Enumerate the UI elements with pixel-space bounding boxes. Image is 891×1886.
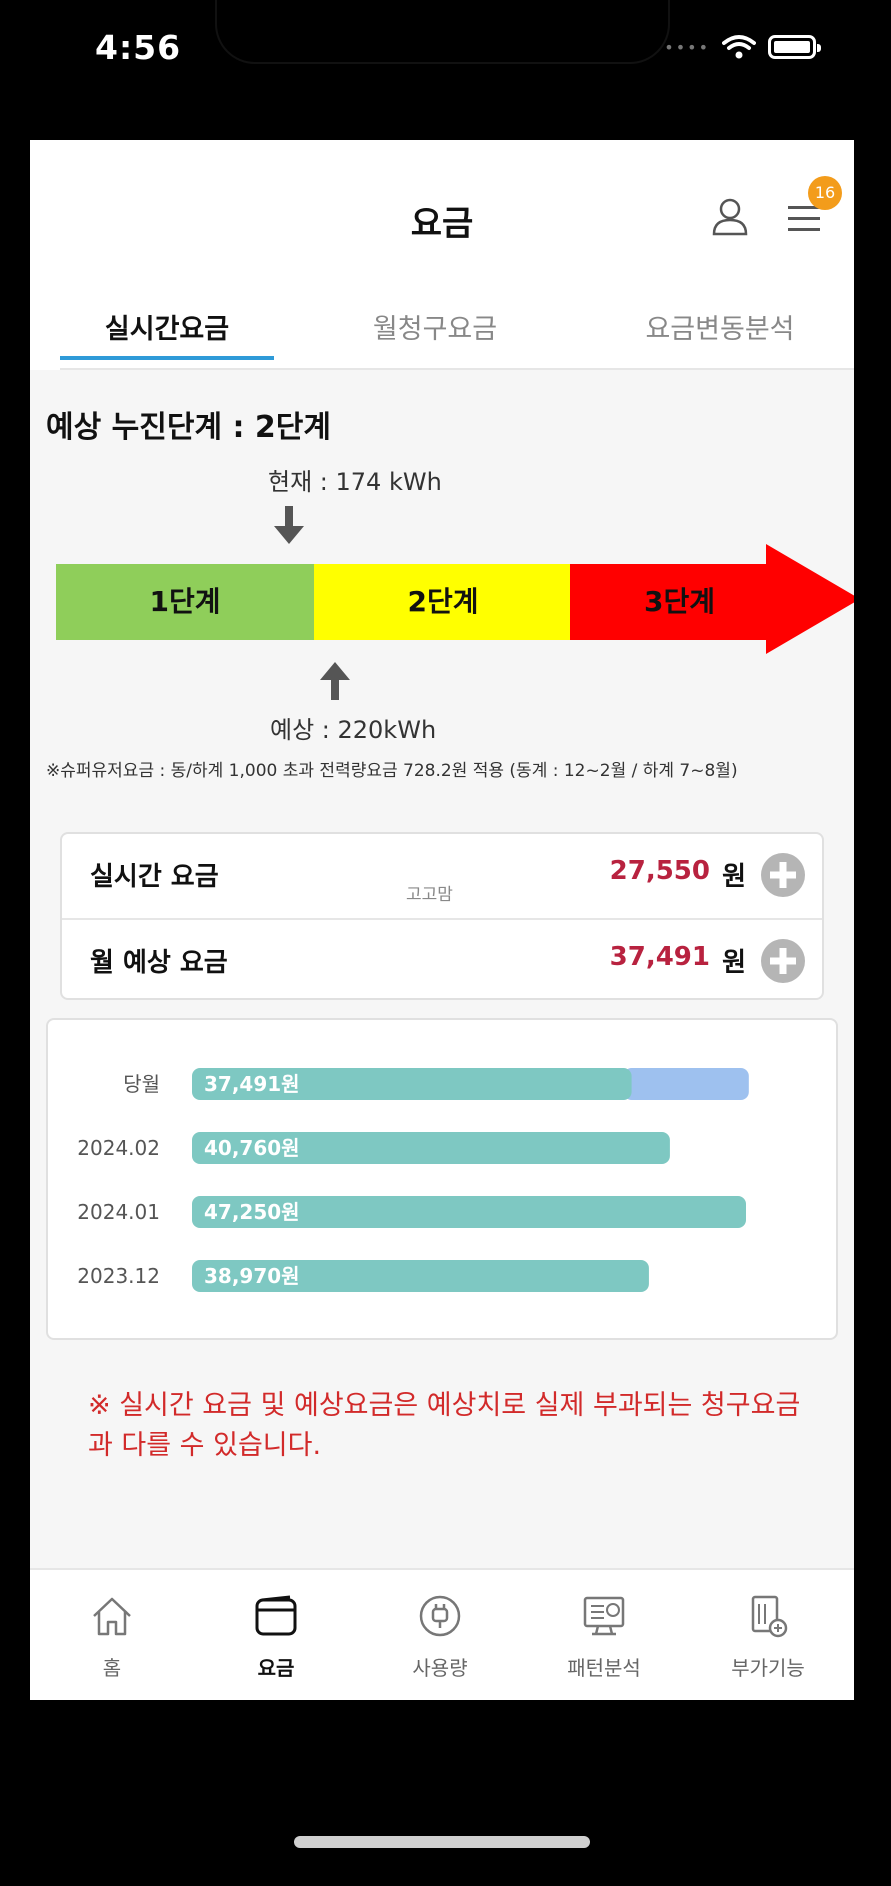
wallet-icon <box>255 1595 297 1636</box>
chart-projection-bar <box>623 1068 749 1100</box>
chart-category-label: 2024.02 <box>77 1136 160 1160</box>
chart-bar-label: 38,970원 <box>204 1264 300 1288</box>
stage-3: 3단계 <box>643 585 715 618</box>
document-plus-icon <box>751 1595 788 1638</box>
monitor-chart-icon <box>583 1596 625 1636</box>
realtime-fee-unit: 원 <box>722 862 746 892</box>
stage-1: 1단계 <box>56 564 314 640</box>
nav-pattern-analysis-label: 패턴분석 <box>567 1656 641 1680</box>
phone-frame: 4:56 •••• 요금 16 실시간요금 월청구요금 요금변동분석 예상 누진… <box>0 0 891 1886</box>
nav-extra-features-label: 부가기능 <box>731 1656 805 1680</box>
nav-home[interactable]: 홈 <box>30 1570 194 1700</box>
tab-fee-change-analysis[interactable]: 요금변동분석 <box>590 290 850 370</box>
battery-icon <box>768 35 821 59</box>
app-header: 요금 16 실시간요금 월청구요금 요금변동분석 <box>30 140 854 370</box>
notch <box>215 0 670 64</box>
chart-bar-label: 47,250원 <box>204 1200 300 1224</box>
nav-extra-features[interactable]: 부가기능 <box>686 1570 850 1700</box>
tab-monthly-bill[interactable]: 월청구요금 <box>310 290 560 370</box>
fee-bar-chart: 당월 37,491원 2024.02 40,760원 2024.01 47,250원 202… <box>77 1068 749 1292</box>
app-screen: 요금 16 실시간요금 월청구요금 요금변동분석 예상 누진단계 : 2단계 현… <box>30 140 854 1700</box>
monthly-fee-unit: 원 <box>722 948 746 978</box>
nav-fee-label: 요금 <box>257 1656 295 1680</box>
chart-category-label: 2023.12 <box>77 1264 160 1288</box>
monthly-fee-chart: 당월 37,491원 2024.02 40,760원 2024.01 47,250원 202… <box>46 1018 838 1340</box>
plus-circle-icon[interactable] <box>760 852 806 898</box>
arrow-up-icon <box>320 662 350 700</box>
monthly-fee-label: 월 예상 요금 <box>90 948 228 978</box>
chart-bar-label: 37,491원 <box>204 1072 300 1096</box>
nav-usage-label: 사용량 <box>412 1656 468 1680</box>
arrow-down-icon <box>274 506 304 544</box>
home-icon <box>93 1597 131 1636</box>
plug-icon <box>419 1595 461 1637</box>
active-tab-indicator <box>60 356 274 360</box>
current-usage-label: 현재 : 174 kWh <box>268 468 442 496</box>
monthly-fee-value: 37,491 <box>609 942 710 972</box>
nav-fee[interactable]: 요금 <box>194 1570 358 1700</box>
fee-summary: 실시간 요금 27,550 원 월 예상 요금 37,491 원 <box>60 832 824 1000</box>
watermark: 고고맘 <box>406 885 453 905</box>
status-time: 4:56 <box>95 28 182 67</box>
chart-category-label: 당월 <box>123 1072 160 1096</box>
chart-category-label: 2024.01 <box>77 1200 160 1224</box>
signal-icon: •••• <box>664 37 710 57</box>
nav-pattern-analysis[interactable]: 패턴분석 <box>522 1570 686 1700</box>
monthly-fee-row: 월 예상 요금 37,491 원 <box>62 918 822 1001</box>
plus-circle-icon[interactable] <box>760 938 806 984</box>
realtime-fee-label: 실시간 요금 <box>90 862 219 892</box>
progressive-stage-title: 예상 누진단계 : 2단계 <box>46 410 332 445</box>
wifi-icon <box>722 35 756 59</box>
super-user-note: ※슈퍼유저요금 : 동/하계 1,000 초과 전력량요금 728.2원 적용 … <box>46 761 738 781</box>
chart-bar-label: 40,760원 <box>204 1136 300 1160</box>
stage-2: 2단계 <box>314 564 572 640</box>
home-indicator <box>294 1836 590 1848</box>
user-icon[interactable] <box>710 196 750 236</box>
bottom-nav: 홈 요금 사용량 패턴분석 부가기능 <box>30 1568 854 1700</box>
nav-usage[interactable]: 사용량 <box>358 1570 522 1700</box>
notification-badge: 16 <box>808 176 842 210</box>
nav-home-label: 홈 <box>102 1656 122 1680</box>
realtime-fee-value: 27,550 <box>609 856 710 886</box>
expected-usage-label: 예상 : 220kWh <box>270 716 437 744</box>
stage-bar: 1단계 2단계 3단계 <box>56 544 854 654</box>
estimate-warning: ※ 실시간 요금 및 예상요금은 예상치로 실제 부과되는 청구요금과 다를 수… <box>88 1390 801 1461</box>
status-icons: •••• <box>664 34 821 60</box>
